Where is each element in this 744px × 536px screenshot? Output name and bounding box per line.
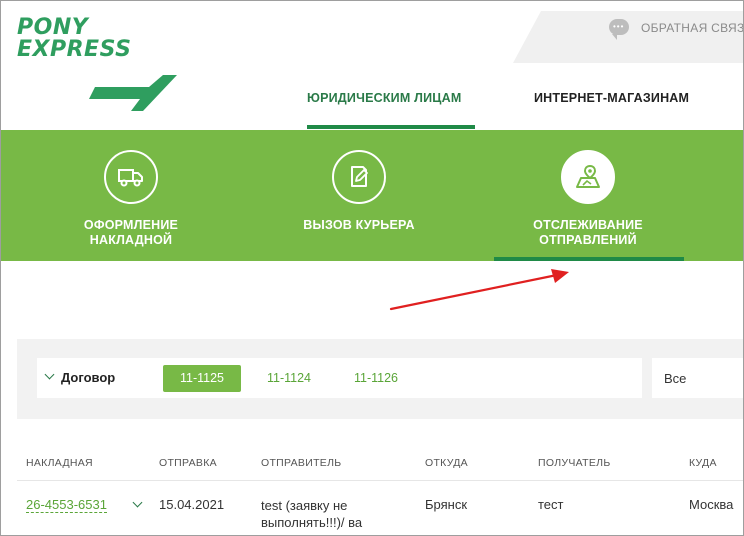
service-label: ВЫЗОВ КУРЬЕРА xyxy=(269,218,449,233)
nav-tab-online-stores[interactable]: ИНТЕРНЕТ-МАГАЗИНАМ xyxy=(534,91,689,105)
service-label-line-1: ОФОРМЛЕНИЕ xyxy=(83,218,179,232)
contract-chip[interactable]: 11-1124 xyxy=(259,365,319,392)
feedback-tab[interactable] xyxy=(513,11,743,63)
pony-express-logo[interactable]: PONY EXPRESS xyxy=(17,17,187,117)
truck-icon xyxy=(104,150,158,204)
contract-chip[interactable]: 11-1126 xyxy=(346,365,406,392)
feedback-link[interactable]: ОБРАТНАЯ СВЯЗЬ xyxy=(641,21,743,35)
column-header-from[interactable]: ОТКУДА xyxy=(425,457,468,469)
cell-from: Брянск xyxy=(425,497,468,512)
waybill-link[interactable]: 26-4553-6531 xyxy=(26,497,107,513)
cell-recipient: тест xyxy=(538,497,564,512)
service-label-line-2: ОТПРАВЛЕНИЙ xyxy=(539,233,637,247)
column-header-waybill[interactable]: НАКЛАДНАЯ xyxy=(26,457,93,469)
logo-line-2: EXPRESS xyxy=(17,37,132,62)
service-create-waybill[interactable]: ОФОРМЛЕНИЕ НАКЛАДНОЙ xyxy=(41,130,221,261)
map-pin-icon xyxy=(561,150,615,204)
annotation-arrow xyxy=(389,269,569,311)
cell-sent-date: 15.04.2021 xyxy=(159,497,225,512)
nav-tab-legal-entities[interactable]: ЮРИДИЧЕСКИМ ЛИЦАМ xyxy=(307,91,461,105)
service-label-line-1: ОТСЛЕЖИВАНИЕ xyxy=(533,218,643,232)
edit-document-icon xyxy=(332,150,386,204)
nav-active-indicator xyxy=(307,125,475,129)
service-call-courier[interactable]: ВЫЗОВ КУРЬЕРА xyxy=(269,130,449,261)
chat-bubble-icon[interactable]: ••• xyxy=(609,19,629,40)
column-header-recipient[interactable]: ПОЛУЧАТЕЛЬ xyxy=(538,457,611,469)
contract-filter-label: Договор xyxy=(61,370,116,385)
chevron-down-icon[interactable] xyxy=(132,497,143,508)
service-label-line-1: ВЫЗОВ КУРЬЕРА xyxy=(303,218,415,232)
table-divider xyxy=(17,480,743,481)
status-filter-value: Все xyxy=(664,371,687,386)
contract-filter[interactable] xyxy=(37,358,642,398)
logo-text: PONY EXPRESS xyxy=(17,17,132,61)
services-band: ОФОРМЛЕНИЕ НАКЛАДНОЙ ВЫЗОВ КУРЬЕРА ОТСЛЕ… xyxy=(1,130,743,261)
column-header-to[interactable]: КУДА xyxy=(689,457,717,469)
cell-to: Москва xyxy=(689,497,734,512)
cell-sender: test (заявку не выполнять!!!)/ ва xyxy=(261,498,363,530)
service-label: ОФОРМЛЕНИЕ НАКЛАДНОЙ xyxy=(41,218,221,248)
service-label-line-2: НАКЛАДНОЙ xyxy=(89,233,173,247)
service-label: ОТСЛЕЖИВАНИЕ ОТПРАВЛЕНИЙ xyxy=(498,218,678,248)
logo-arrow-mark xyxy=(89,75,177,111)
contract-chip-selected[interactable]: 11-1125 xyxy=(163,365,241,392)
page-frame: PONY EXPRESS ••• ОБРАТНАЯ СВЯЗЬ ЮРИДИЧЕС… xyxy=(0,0,744,536)
column-header-sent[interactable]: ОТПРАВКА xyxy=(159,457,217,469)
column-header-sender[interactable]: ОТПРАВИТЕЛЬ xyxy=(261,457,341,469)
service-active-indicator xyxy=(494,257,684,261)
service-track-shipments[interactable]: ОТСЛЕЖИВАНИЕ ОТПРАВЛЕНИЙ xyxy=(498,130,678,261)
